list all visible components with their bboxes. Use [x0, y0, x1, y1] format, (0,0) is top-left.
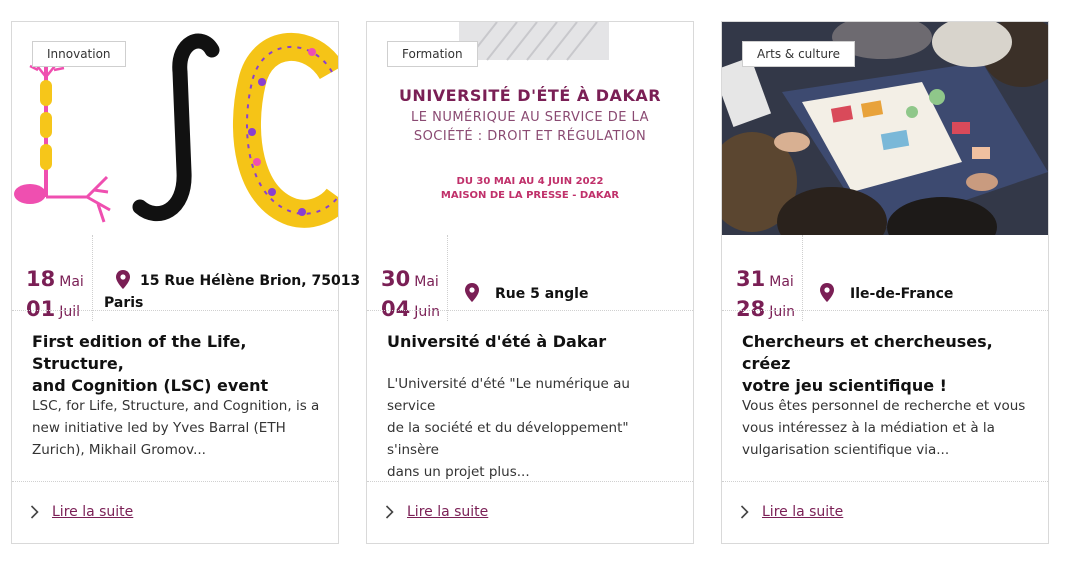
poster-subtitle-1: LE NUMÉRIQUE AU SERVICE DE LA [411, 110, 649, 125]
poster-title: UNIVERSITÉ D'ÉTÉ À DAKAR [398, 86, 662, 105]
event-description: LSC, for Life, Structure, and Cognition,… [32, 395, 320, 461]
title-line: votre jeu scientifique ! [742, 376, 947, 395]
map-pin-icon [820, 283, 834, 302]
read-more-label[interactable]: Lire la suite [407, 504, 488, 520]
location-line1: Ile-de-France [850, 286, 954, 302]
end-month: Juin [769, 304, 795, 320]
title-line: and Cognition (LSC) event [32, 376, 269, 395]
end-day: 04 [381, 297, 411, 321]
start-month: Mai [59, 274, 84, 290]
start-month: Mai [769, 274, 794, 290]
desc-line: vulgarisation scientifique via... [742, 442, 950, 458]
event-description: L'Université d'été "Le numérique au serv… [387, 373, 675, 483]
poster-dates: DU 30 MAI AU 4 JUIN 2022 [456, 176, 604, 187]
category-tag: Arts & culture [742, 41, 855, 67]
desc-line: Vous êtes personnel de recherche et vous [742, 398, 1026, 414]
poster-subtitle-2: SOCIÉTÉ : DROIT ET RÉGULATION [413, 129, 647, 144]
category-tag: Innovation [32, 41, 126, 67]
event-title[interactable]: First edition of the Life, Structure, an… [32, 331, 320, 397]
desc-line: vous intéressez à la médiation et à la [742, 420, 995, 436]
end-date: 01 Juil [26, 297, 80, 321]
title-line: Université d'été à Dakar [387, 332, 607, 351]
end-day: 28 [736, 297, 766, 321]
divider [367, 481, 693, 482]
end-date: 04 Juin [381, 297, 440, 321]
event-description: Vous êtes personnel de recherche et vous… [742, 395, 1030, 461]
desc-line: Zurich), Mikhail Gromov... [32, 442, 206, 458]
divider [367, 310, 693, 311]
location-line1: 15 Rue Hélène Brion, 75013 [140, 273, 361, 289]
event-card-jeu[interactable]: Arts & culture 31 Mai 28 Juin Ile-de-Franc… [721, 21, 1049, 544]
start-day: 18 [26, 267, 56, 291]
event-title[interactable]: Université d'été à Dakar [387, 331, 675, 353]
event-location: 15 Rue Hélène Brion, 75013 Paris [104, 235, 360, 321]
event-dates: 31 Mai 28 Juin [722, 235, 803, 321]
chevron-right-icon [385, 505, 394, 519]
read-more-label[interactable]: Lire la suite [762, 504, 843, 520]
start-date: 31 Mai [736, 267, 794, 291]
divider [12, 310, 338, 311]
end-month: Juin [414, 304, 440, 320]
end-day: 01 [26, 297, 56, 321]
start-date: 30 Mai [381, 267, 439, 291]
event-dates: 30 Mai 04 Juin [367, 235, 448, 321]
desc-line: L'Université d'été "Le numérique au serv… [387, 376, 630, 414]
event-card-dakar[interactable]: UNIVERSITÉ D'ÉTÉ À DAKAR LE NUMÉRIQUE AU… [366, 21, 694, 544]
start-day: 30 [381, 267, 411, 291]
divider [722, 310, 1048, 311]
map-pin-icon [465, 283, 479, 302]
event-location: Rue 5 angle [459, 235, 683, 321]
chevron-right-icon [30, 505, 39, 519]
chevron-right-icon [740, 505, 749, 519]
start-date: 18 Mai [26, 267, 84, 291]
divider [12, 481, 338, 482]
title-line: Chercheurs et chercheuses, créez [742, 332, 993, 373]
map-pin-icon [116, 270, 130, 289]
category-tag: Formation [387, 41, 478, 67]
event-dates: 18 Mai 01 Juil [12, 235, 93, 321]
start-month: Mai [414, 274, 439, 290]
end-month: Juil [59, 304, 81, 320]
desc-line: dans un projet plus... [387, 464, 530, 480]
start-day: 31 [736, 267, 766, 291]
poster-place: MAISON DE LA PRESSE - DAKAR [440, 190, 620, 201]
desc-line: de la société et du développement" s'ins… [387, 420, 629, 458]
title-line: First edition of the Life, Structure, [32, 332, 247, 373]
read-more-label[interactable]: Lire la suite [52, 504, 133, 520]
end-date: 28 Juin [736, 297, 795, 321]
divider [722, 481, 1048, 482]
location-line1: Rue 5 angle [495, 286, 589, 302]
desc-line: LSC, for Life, Structure, and Cognition,… [32, 398, 320, 414]
event-title[interactable]: Chercheurs et chercheuses, créez votre j… [742, 331, 1030, 397]
event-location: Ile-de-France [814, 235, 1038, 321]
event-card-lsc[interactable]: Innovation 18 Mai 01 Juil 15 Rue Hélène Br… [11, 21, 360, 544]
desc-line: new initiative led by Yves Barral (ETH [32, 420, 286, 436]
